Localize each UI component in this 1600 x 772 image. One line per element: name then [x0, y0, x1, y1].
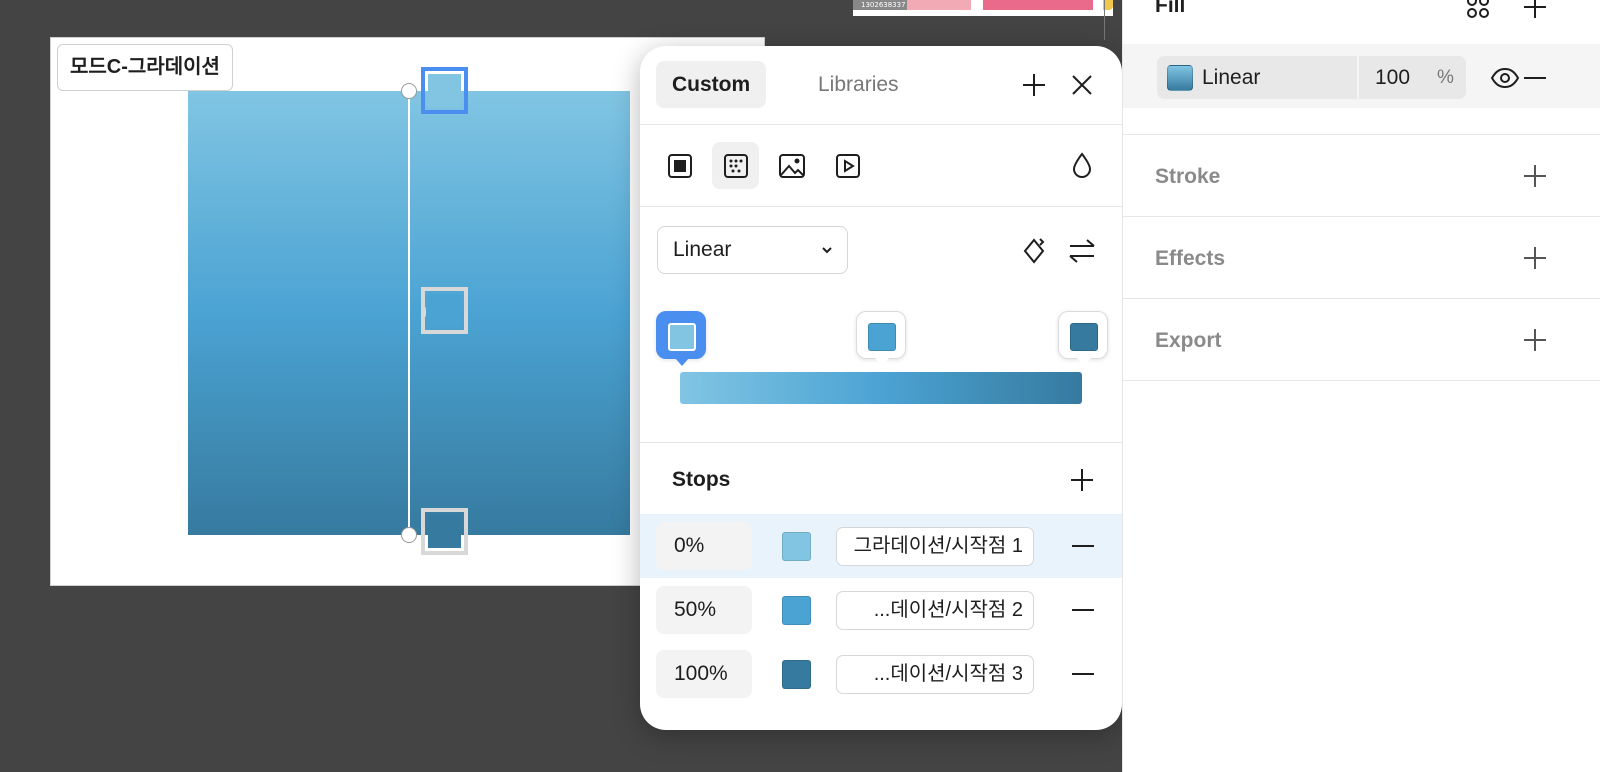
fill-opacity-unit: % [1437, 67, 1454, 88]
gradient-handle-line[interactable] [408, 91, 410, 535]
scroll-divider [1104, 0, 1105, 40]
gradient-handle-start[interactable] [401, 83, 417, 99]
stroke-section-title: Stroke [1155, 165, 1221, 188]
divider [1123, 216, 1600, 217]
gradient-stop-handle-2[interactable] [856, 311, 906, 366]
add-stroke-icon[interactable] [1520, 161, 1550, 191]
thumbnail-pink[interactable]: 1302638337 [853, 0, 971, 10]
chevron-down-icon [822, 247, 832, 254]
gradient-stop-handle-3[interactable] [1058, 311, 1108, 366]
add-export-icon[interactable] [1520, 325, 1550, 355]
stop-color-swatch[interactable] [782, 596, 811, 625]
design-panel: Fill Linear 100 % Stroke Effects Export [1122, 0, 1600, 772]
stop-color-swatch[interactable] [782, 532, 811, 561]
thumbnail-label: 1302638337 [853, 0, 907, 10]
divider [640, 124, 1122, 125]
gradient-type-label: Linear [673, 238, 732, 261]
tab-libraries[interactable]: Libraries [802, 61, 915, 108]
stop-position-field[interactable]: 100% [656, 650, 752, 698]
remove-stop-icon[interactable] [1070, 598, 1096, 622]
rotate-gradient-icon[interactable] [1010, 227, 1057, 274]
export-section-title: Export [1155, 329, 1222, 352]
stop-position-field[interactable]: 50% [656, 586, 752, 634]
gradient-type-dropdown[interactable]: Linear [657, 226, 848, 274]
divider [1123, 134, 1600, 135]
divider [1123, 380, 1600, 381]
stop-row[interactable]: 100% ...데이션/시작점 3 [640, 642, 1122, 706]
plus-icon[interactable] [1010, 61, 1057, 108]
gradient-stop-handle-1[interactable] [656, 311, 706, 366]
canvas-stop-3[interactable] [421, 508, 468, 555]
eye-icon[interactable] [1490, 63, 1520, 93]
fill-section-title: Fill [1155, 0, 1186, 17]
image-fill-icon[interactable] [768, 142, 815, 189]
style-grid-icon[interactable] [1463, 0, 1493, 22]
divider [640, 206, 1122, 207]
canvas-stop-1[interactable] [421, 67, 468, 114]
stop-color-token[interactable]: ...데이션/시작점 3 [836, 655, 1034, 694]
gradient-handle-end[interactable] [401, 527, 417, 543]
divider [1123, 298, 1600, 299]
remove-stop-icon[interactable] [1070, 662, 1096, 686]
thumbnail-rose[interactable] [983, 0, 1093, 10]
fill-opacity-value: 100 [1375, 66, 1411, 89]
add-effect-icon[interactable] [1520, 243, 1550, 273]
effects-section-title: Effects [1155, 247, 1226, 270]
stops-title: Stops [672, 468, 731, 491]
fill-swatch[interactable] [1167, 65, 1193, 91]
frame-label[interactable]: 모드C-그라데이션 [57, 44, 233, 91]
flip-gradient-icon[interactable] [1058, 227, 1105, 274]
stop-row[interactable]: 50% ...데이션/시작점 2 [640, 578, 1122, 642]
add-stop-icon[interactable] [1058, 456, 1105, 503]
stop-color-token[interactable]: 그라데이션/시작점 1 [836, 527, 1034, 566]
solid-fill-icon[interactable] [656, 142, 703, 189]
gradient-bar[interactable] [680, 372, 1082, 404]
color-picker-popup: Custom Libraries Linear Stops 0% 그라데이션/시… [640, 46, 1122, 730]
divider [640, 442, 1122, 443]
frame-thumbnails: 1302638337 [853, 0, 1113, 16]
stop-position-field[interactable]: 0% [656, 522, 752, 570]
tab-custom[interactable]: Custom [656, 61, 767, 108]
remove-fill-icon[interactable] [1520, 63, 1550, 93]
video-fill-icon[interactable] [824, 142, 871, 189]
gradient-fill-icon[interactable] [712, 142, 759, 189]
eyedropper-icon[interactable] [1058, 142, 1105, 189]
canvas-stop-2[interactable] [421, 287, 468, 334]
stop-row[interactable]: 0% 그라데이션/시작점 1 [640, 514, 1122, 578]
close-icon[interactable] [1058, 61, 1105, 108]
stop-color-swatch[interactable] [782, 660, 811, 689]
stop-color-token[interactable]: ...데이션/시작점 2 [836, 591, 1034, 630]
remove-stop-icon[interactable] [1070, 534, 1096, 558]
fill-type-label: Linear [1202, 66, 1261, 89]
add-fill-icon[interactable] [1520, 0, 1550, 22]
